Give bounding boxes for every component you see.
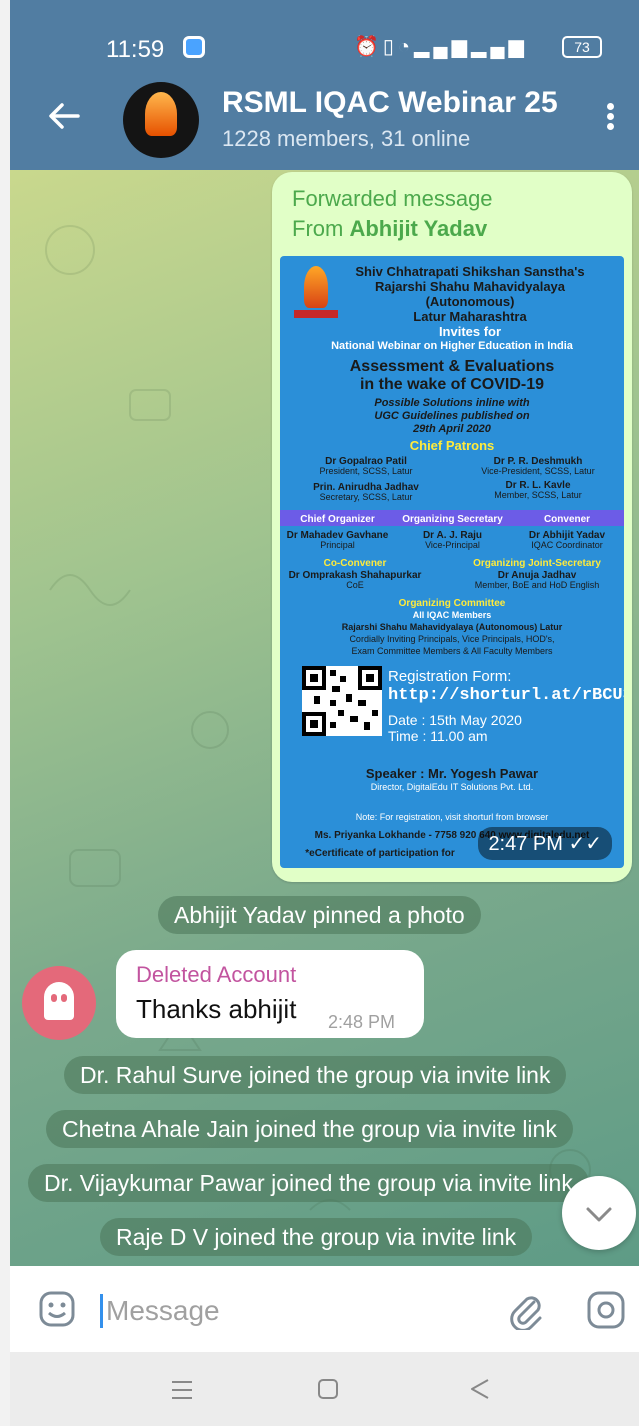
webinar-time: Time : 11.00 am — [388, 728, 488, 744]
poster-line: Rajarshi Shahu Mahavidyalaya — [374, 279, 566, 294]
poster-line: *eCertificate of participation for — [305, 848, 455, 859]
group-avatar[interactable] — [123, 82, 199, 158]
registration-label: Registration Form: — [388, 668, 512, 685]
status-time: 11:59 — [106, 36, 165, 63]
scroll-down-button[interactable] — [562, 1176, 636, 1250]
poster-line: Principal — [320, 540, 355, 550]
message-time: 2:48 PM — [328, 1012, 396, 1032]
poster-line: Shiv Chhatrapati Shikshan Sanstha's — [355, 264, 585, 279]
poster-line: Invites for — [438, 324, 502, 339]
service-message-pinned[interactable]: Abhijit Yadav pinned a photo — [158, 896, 481, 934]
forwarded-message-bubble[interactable]: Forwarded message From Abhijit Yadav Shi… — [272, 172, 632, 882]
poster-line: Member, BoE and HoD English — [474, 580, 600, 590]
forwarded-from[interactable]: From Abhijit Yadav — [292, 216, 487, 242]
message-input[interactable] — [106, 1292, 486, 1330]
wifi-icon: ◔ — [397, 36, 415, 58]
more-options-icon[interactable] — [600, 100, 620, 140]
poster-line: Latur Maharashtra — [413, 309, 527, 324]
poster-line: Member, SCSS, Latur — [494, 490, 582, 500]
poster-line: Vice-Principal — [425, 540, 480, 550]
qr-code-icon — [302, 666, 382, 736]
alarm-icon: ⏰ — [354, 36, 383, 58]
signal-icon: ▂▄▆ — [470, 36, 528, 58]
registration-url: http://shorturl.at/rBCU3 — [388, 686, 624, 705]
chat-subtitle: 1228 members, 31 online — [222, 126, 471, 151]
poster-line: 29th April 2020 — [413, 423, 491, 435]
poster-line: Secretary, SCSS, Latur — [319, 492, 413, 502]
battery-icon: 73 — [562, 36, 602, 58]
poster-line: Rajarshi Shahu Mahavidyalaya (Autonomous… — [341, 622, 563, 632]
status-icons: ⏰▯◔▂▄▆▂▄▆ — [354, 34, 528, 59]
service-message-join[interactable]: Chetna Ahale Jain joined the group via i… — [46, 1110, 573, 1148]
camera-icon[interactable] — [586, 1290, 626, 1330]
message-input-bar — [10, 1266, 639, 1352]
back-arrow-icon[interactable] — [44, 96, 84, 136]
flame-logo-icon — [145, 92, 177, 136]
poster-line: in the wake of COVID-19 — [359, 376, 545, 393]
vibrate-icon: ▯ — [382, 36, 398, 58]
poster-line: Cordially Inviting Principals, Vice Prin… — [349, 634, 555, 644]
poster-line: Director, DigitalEdu IT Solutions Pvt. L… — [370, 782, 534, 792]
chat-area[interactable]: Forwarded message From Abhijit Yadav Shi… — [10, 170, 639, 1266]
deleted-account-avatar[interactable] — [22, 966, 96, 1040]
message-text: Thanks abhijit — [136, 994, 297, 1024]
poster-line: Assessment & Evaluations — [349, 358, 555, 375]
chevron-down-icon — [586, 1207, 612, 1222]
poster-line: Vice-President, SCSS, Latur — [481, 466, 595, 476]
service-message-join[interactable]: Raje D V joined the group via invite lin… — [100, 1218, 533, 1256]
message-time: 2:47 PM ✓✓ — [478, 827, 612, 860]
poster-line: Convener — [543, 514, 591, 525]
webinar-date: Date : 15th May 2020 — [388, 712, 522, 728]
forwarded-from-name[interactable]: Abhijit Yadav — [349, 216, 487, 241]
message-time-text: 2:47 PM — [488, 833, 563, 855]
sender-name[interactable]: Deleted Account — [136, 962, 296, 988]
poster-line: CoE — [346, 580, 364, 590]
chat-title[interactable]: RSML IQAC Webinar 25 — [222, 86, 558, 120]
poster-line: (Autonomous) — [425, 294, 515, 309]
forwarded-from-prefix: From — [292, 216, 350, 241]
ghost-icon — [44, 982, 74, 1020]
poster-line: National Webinar on Higher Education in … — [331, 340, 573, 352]
status-bar: 11:59 ⏰▯◔▂▄▆▂▄▆ 73 — [10, 0, 639, 84]
app-header: 11:59 ⏰▯◔▂▄▆▂▄▆ 73 RSML IQAC Webinar 25 … — [10, 0, 639, 170]
system-navigation-bar — [10, 1352, 639, 1426]
poster-line: Speaker : Mr. Yogesh Pawar — [365, 766, 539, 781]
poster-line: Exam Committee Members & All Faculty Mem… — [351, 646, 553, 656]
service-message-join[interactable]: Dr. Rahul Surve joined the group via inv… — [64, 1056, 567, 1094]
signal-icon: ▂▄▆ — [414, 36, 471, 58]
poster-line: Note: For registration, visit shorturl f… — [355, 812, 549, 822]
text-cursor — [100, 1294, 103, 1328]
attach-paperclip-icon[interactable] — [506, 1290, 546, 1332]
forwarded-label: Forwarded message — [292, 186, 493, 211]
poster-line: Chief Organizer — [300, 514, 375, 525]
poster-line: Chief Patrons — [409, 438, 495, 453]
service-message-join[interactable]: Dr. Vijaykumar Pawar joined the group vi… — [28, 1164, 589, 1202]
incoming-message-bubble[interactable]: Deleted Account Thanks abhijit 2:48 PM — [116, 950, 424, 1038]
poster-line: President, SCSS, Latur — [319, 466, 413, 476]
poster-line: Organizing Secretary — [402, 514, 503, 525]
webinar-poster-image[interactable]: Shiv Chhatrapati Shikshan Sanstha's Raja… — [280, 256, 624, 868]
recent-apps-icon[interactable] — [162, 1372, 202, 1408]
notification-app-icon — [183, 36, 205, 58]
sticker-icon[interactable] — [38, 1290, 76, 1328]
back-triangle-icon[interactable] — [460, 1372, 500, 1408]
poster-line: IQAC Coordinator — [531, 540, 603, 550]
double-check-icon: ✓✓ — [568, 833, 602, 855]
home-icon[interactable] — [308, 1372, 348, 1408]
